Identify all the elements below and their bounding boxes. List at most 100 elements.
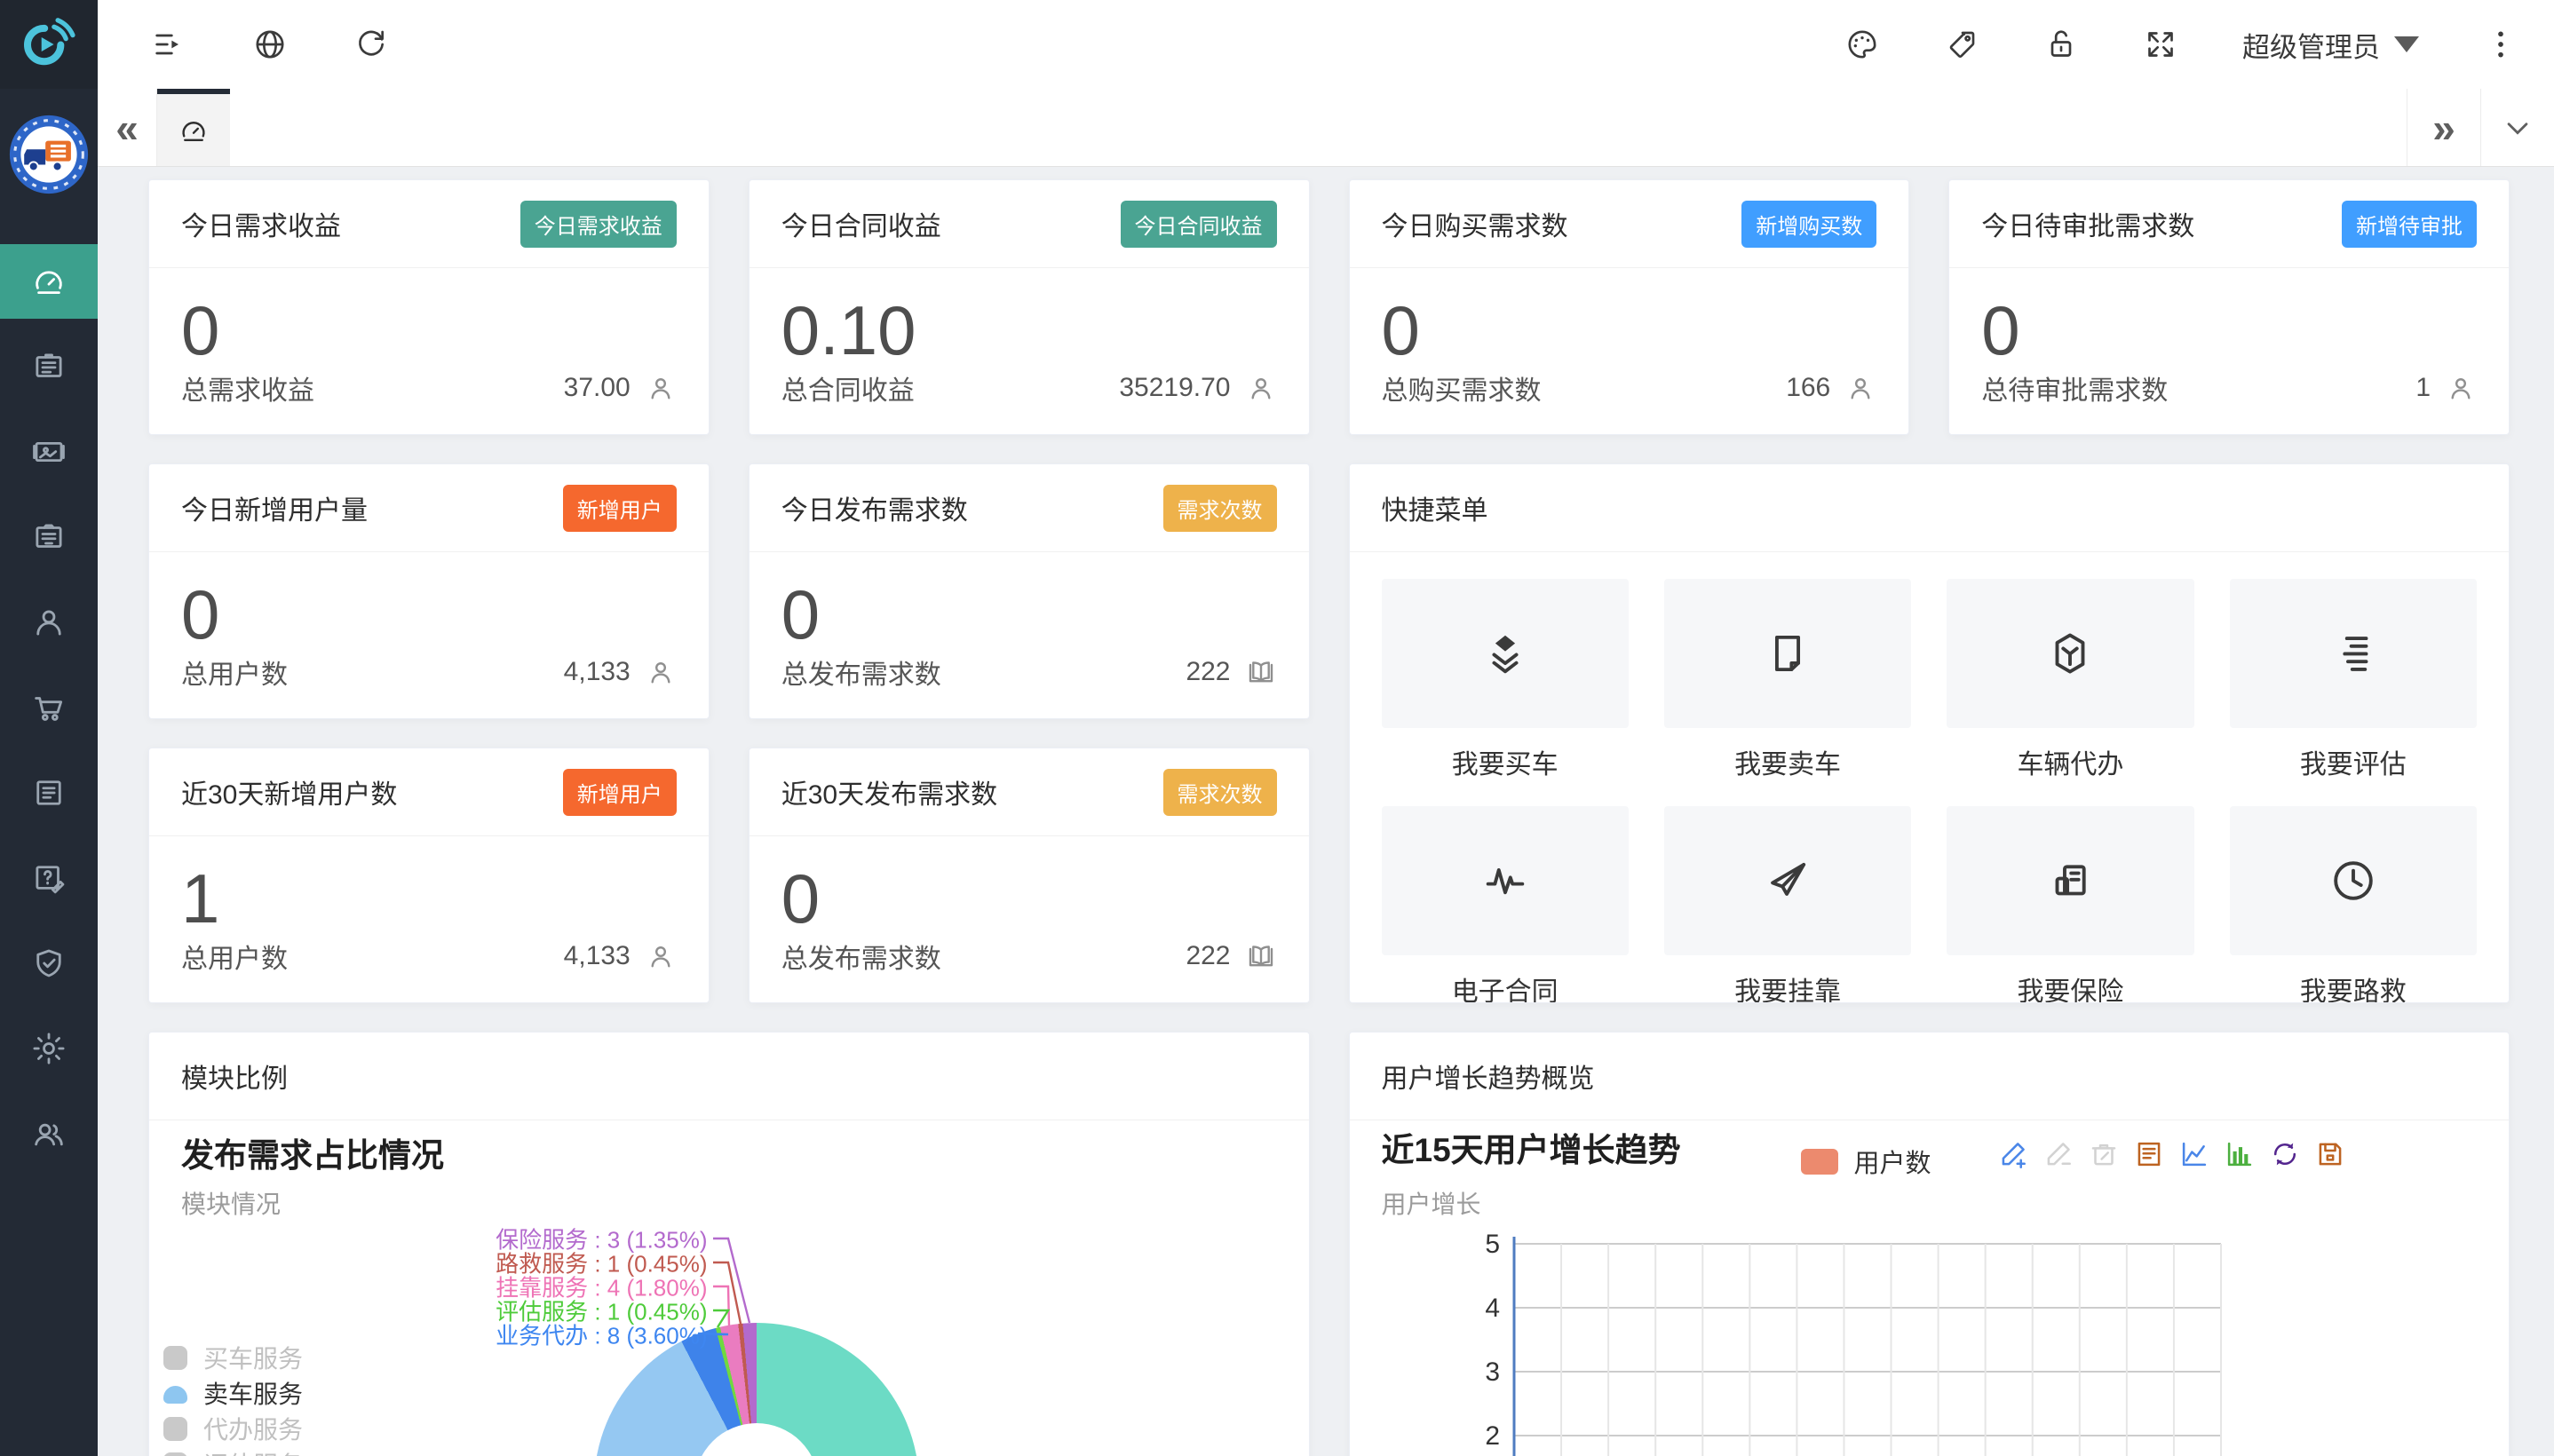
stat-footer-label: 总需求收益 [181, 368, 314, 408]
pie-chart-subtitle: 模块情况 [181, 1185, 281, 1221]
quick-menu-item[interactable]: 我要路救 [2230, 806, 2477, 1003]
quick-menu-item[interactable]: 我要挂靠 [1664, 806, 1911, 1003]
tag-icon[interactable] [1944, 27, 1979, 62]
bar-chart-icon[interactable] [2223, 1137, 2257, 1171]
card-header: 今日发布需求数 需求次数 [750, 464, 1309, 552]
stat-card: 今日待审批需求数 新增待审批 0 总待审批需求数 1 [1948, 179, 2510, 435]
sidebar-item-feedback-edit[interactable] [0, 841, 98, 915]
card-header: 今日需求收益 今日需求收益 [149, 180, 709, 268]
stat-card-title: 今日需求收益 [181, 204, 341, 243]
main-content: 今日需求收益 今日需求收益 0 总需求收益 37.00 今日合同收益 今日合同收… [98, 167, 2554, 1456]
quick-menu-item[interactable]: 电子合同 [1382, 806, 1629, 1003]
pie-legend-item[interactable]: 卖车服务 [163, 1375, 303, 1411]
pie-legend: 买车服务 卖车服务 代办服务 评估服务 [163, 1340, 303, 1456]
stat-footer-value: 37.00 [564, 372, 677, 404]
sidebar-item-shield-check[interactable] [0, 926, 98, 1001]
stat-footer-label: 总购买需求数 [1382, 368, 1542, 408]
chevron-down-icon [2394, 36, 2419, 52]
quick-menu-card: 快捷菜单 我要买车 我要卖车 车辆代办 我要评估 电子合同 我要挂靠 我要保险 … [1349, 463, 2510, 1003]
clear-icon[interactable] [2087, 1137, 2121, 1171]
quick-menu-tile [1664, 806, 1911, 955]
sidebar-item-dashboard[interactable] [0, 244, 98, 319]
sidebar-item-cart[interactable] [0, 670, 98, 745]
y-axis-tick: 3 [1485, 1357, 1500, 1387]
legend-label: 评估服务 [203, 1446, 303, 1456]
tabs-dropdown-button[interactable] [2480, 89, 2554, 166]
sidebar-item-user[interactable] [0, 585, 98, 660]
card-header: 近30天新增用户数 新增用户 [149, 748, 709, 836]
legend-swatch [1801, 1149, 1838, 1175]
sidebar-item-team[interactable] [0, 1096, 98, 1171]
user-menu[interactable]: 超级管理员 [2242, 25, 2419, 65]
quick-menu-label: 我要卖车 [1664, 742, 1911, 781]
sidebar-item-clipboard[interactable] [0, 500, 98, 574]
legend-label: 卖车服务 [203, 1375, 303, 1411]
paper-plane-icon [1762, 855, 1813, 906]
stat-footer-label: 总发布需求数 [781, 937, 941, 976]
user-growth-card: 用户增长趋势概览 近15天用户增长趋势 用户数 用户增长 5432 [1349, 1032, 2510, 1456]
sidebar-item-document[interactable] [0, 756, 98, 830]
stat-footer: 总购买需求数 166 [1382, 368, 1877, 408]
app-logo[interactable] [0, 0, 98, 89]
clock-icon [2328, 855, 2379, 906]
pie-slice-label: 业务代办 : 8 (3.60%) [496, 1318, 707, 1351]
save-icon[interactable] [2313, 1137, 2347, 1171]
pie-legend-item[interactable]: 买车服务 [163, 1340, 303, 1375]
stat-footer: 总合同收益 35219.70 [781, 368, 1277, 408]
tabs-scroll-right-button[interactable]: » [2407, 89, 2480, 166]
broadcast-play-icon [20, 16, 77, 73]
collapse-menu-icon[interactable] [151, 27, 186, 62]
stat-card-title: 今日待审批需求数 [1981, 204, 2194, 243]
book-icon [1245, 656, 1277, 688]
status-badge: 新增购买数 [1741, 201, 1876, 248]
tabs-scroll-left-button[interactable]: « [98, 89, 157, 166]
edit-add-icon[interactable] [1996, 1137, 2030, 1171]
stat-card-title: 今日发布需求数 [781, 488, 968, 527]
tab-dashboard[interactable] [157, 89, 230, 166]
stat-value: 0.10 [750, 268, 1309, 368]
refresh-icon[interactable] [353, 27, 389, 62]
status-badge: 新增用户 [563, 485, 677, 532]
quick-menu-item[interactable]: 车辆代办 [1947, 579, 2193, 781]
quick-menu-item[interactable]: 我要买车 [1382, 579, 1629, 781]
pie-legend-item[interactable]: 代办服务 [163, 1411, 303, 1446]
sidebar-item-work-order[interactable] [0, 329, 98, 404]
line-chart-legend-item[interactable]: 用户数 [1801, 1143, 1931, 1180]
card-header: 模块比例 [149, 1033, 1309, 1120]
person-icon [645, 656, 677, 688]
quick-menu-label: 电子合同 [1382, 969, 1629, 1003]
globe-icon[interactable] [252, 27, 288, 62]
stat-card-title: 今日购买需求数 [1382, 204, 1568, 243]
card-header: 用户增长趋势概览 [1350, 1033, 2510, 1120]
unlock-icon[interactable] [2043, 27, 2079, 62]
bank-icon [2044, 855, 2096, 906]
tabs-empty-area [230, 89, 2407, 166]
company-truck-logo [8, 114, 90, 195]
quick-menu-item[interactable]: 我要保险 [1947, 806, 2193, 1003]
quick-menu-label: 我要保险 [1947, 969, 2193, 1003]
pie-legend-item[interactable]: 评估服务 [163, 1446, 303, 1456]
data-view-icon[interactable] [2132, 1137, 2166, 1171]
stat-card: 今日需求收益 今日需求收益 0 总需求收益 37.00 [148, 179, 710, 435]
quick-menu-item[interactable]: 我要卖车 [1664, 579, 1911, 781]
stat-footer-value: 222 [1186, 656, 1276, 688]
fullscreen-icon[interactable] [2143, 27, 2178, 62]
stat-value: 0 [750, 552, 1309, 652]
stat-footer-value: 4,133 [564, 656, 677, 688]
status-badge: 需求次数 [1163, 769, 1277, 816]
sidebar-item-settings-gear[interactable] [0, 1011, 98, 1086]
line-chart-icon[interactable] [2177, 1137, 2211, 1171]
sidebar-item-banner-image[interactable] [0, 415, 98, 489]
sidebar [0, 0, 98, 1456]
quick-menu-label: 我要路救 [2230, 969, 2477, 1003]
stat-footer-value: 166 [1786, 372, 1876, 404]
stat-card: 今日购买需求数 新增购买数 0 总购买需求数 166 [1349, 179, 1910, 435]
card-header: 今日购买需求数 新增购买数 [1350, 180, 1909, 268]
stat-card: 近30天新增用户数 新增用户 1 总用户数 4,133 [148, 748, 710, 1003]
palette-icon[interactable] [1844, 27, 1880, 62]
quick-menu-label: 我要买车 [1382, 742, 1629, 781]
quick-menu-item[interactable]: 我要评估 [2230, 579, 2477, 781]
kebab-menu-icon[interactable] [2483, 27, 2518, 62]
edit-minus-icon[interactable] [2042, 1137, 2075, 1171]
restore-icon[interactable] [2268, 1137, 2302, 1171]
